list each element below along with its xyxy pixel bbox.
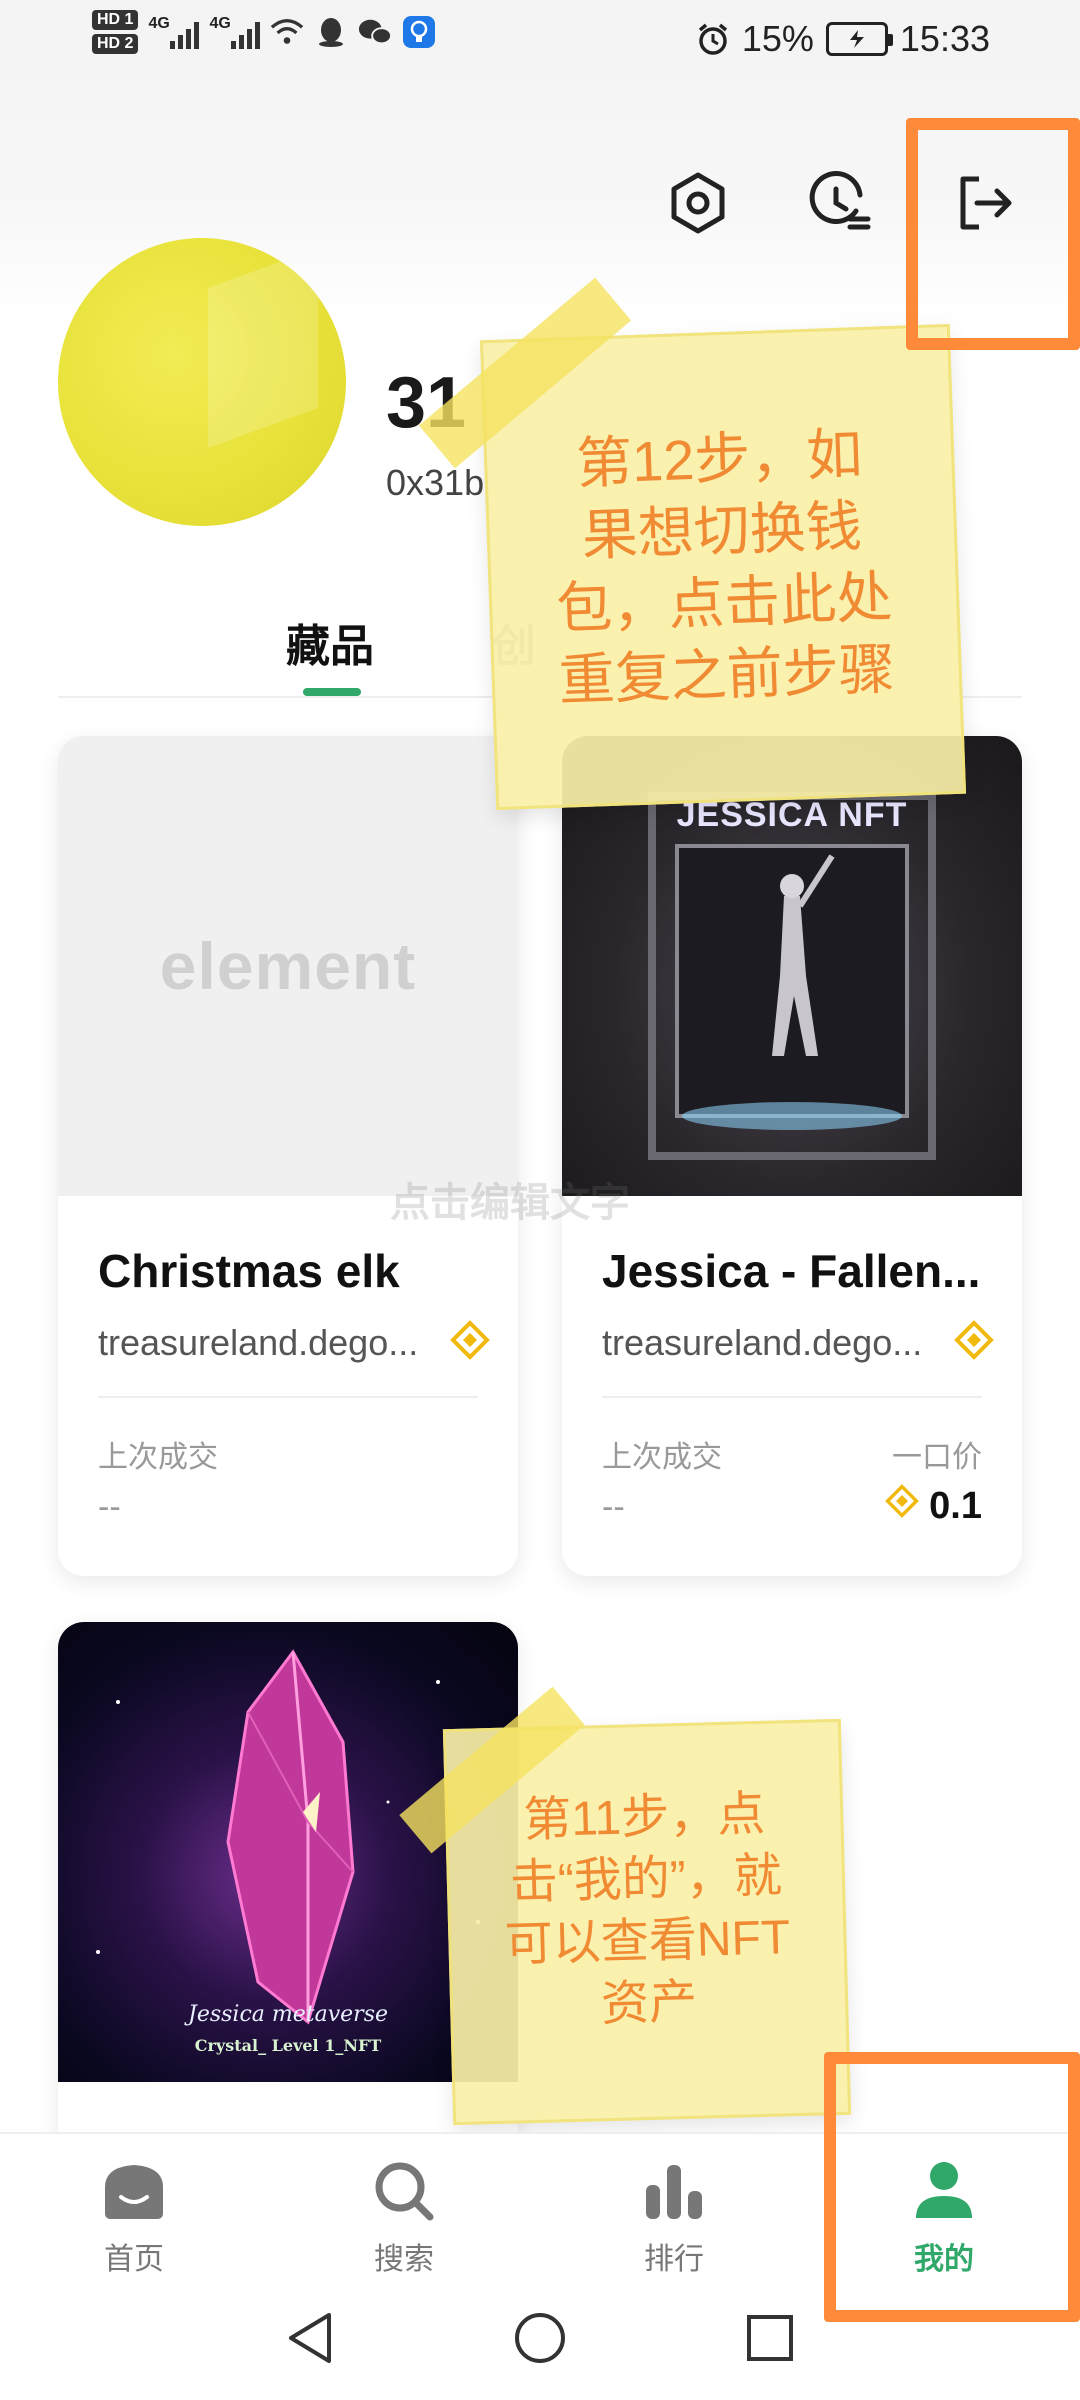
status-bar: HD 1 HD 2 4G 4G 15% 15:33 <box>0 0 1080 80</box>
qq-icon <box>314 15 348 49</box>
nft-card[interactable]: element Christmas elk treasureland.dego.… <box>58 736 518 1576</box>
wifi-icon <box>270 15 304 49</box>
divider <box>98 1396 478 1398</box>
back-icon[interactable] <box>280 2308 340 2368</box>
tutorial-note-step12: 第12步，如 果想切换钱 包，点击此处 重复之前步骤 <box>479 323 967 811</box>
note-line: 果想切换钱 <box>580 494 863 567</box>
profile-tab-highlight-box <box>824 2052 1080 2322</box>
network-type-label: 4G <box>148 15 170 32</box>
note-line: 资产 <box>600 1975 698 2032</box>
settings-hex-icon[interactable] <box>663 168 733 238</box>
note-line: 可以查看NFT <box>504 1911 791 1972</box>
ranking-icon <box>639 2156 709 2226</box>
nft-title: Christmas elk <box>98 1245 400 1297</box>
tab-indicator <box>303 688 361 696</box>
battery-percent: 15% <box>741 18 814 59</box>
bnb-chain-icon <box>954 1320 994 1360</box>
tab-collection[interactable]: 藏品 <box>286 610 374 674</box>
network-type-label: 4G <box>209 15 231 32</box>
nav-ranking[interactable]: 排行 <box>604 2156 744 2278</box>
divider <box>602 1396 982 1398</box>
avatar[interactable] <box>58 238 346 526</box>
search-icon <box>369 2156 439 2226</box>
app-screen: HD 1 HD 2 4G 4G 15% 15:33 31 0x31b 藏品 el… <box>0 0 1080 2400</box>
bnb-chain-icon <box>450 1320 490 1360</box>
edit-text-watermark: 点击编辑文字 <box>390 1181 630 1225</box>
logout-highlight-box <box>906 118 1080 350</box>
last-sale-label: 上次成交 <box>602 1441 722 1474</box>
nft-title: Jessica - Fallen... <box>602 1245 981 1297</box>
last-sale-label: 上次成交 <box>98 1441 218 1474</box>
battery-icon <box>825 22 893 56</box>
wechat-icon <box>358 15 393 49</box>
clock-time: 15:33 <box>899 18 990 59</box>
nft-card[interactable]: JESSICA NFT Jessica - Fallen... treasure… <box>562 736 1022 1576</box>
nav-search[interactable]: 搜索 <box>334 2156 474 2278</box>
nav-home[interactable]: 首页 <box>64 2156 204 2278</box>
hd2-label: HD 2 <box>92 34 139 54</box>
fixed-price-label: 一口价 <box>892 1441 982 1474</box>
note-line: 包，点击此处 <box>555 565 894 640</box>
hd1-label: HD 1 <box>92 10 139 30</box>
wallet-address[interactable]: 0x31b <box>386 462 484 504</box>
element-placeholder-logo: element <box>58 736 518 1196</box>
last-sale-value: -- <box>98 1488 121 1526</box>
nft-collection: treasureland.dego... <box>602 1322 923 1363</box>
last-sale-value: -- <box>602 1488 625 1526</box>
note-line: 重复之前步骤 <box>557 637 896 712</box>
home-circle-icon[interactable] <box>510 2308 570 2368</box>
nft-image-subcaption: Crystal_ Level 1_NFT <box>194 2036 382 2055</box>
note-line: 第11步，点 <box>522 1787 766 1848</box>
alarm-icon <box>696 22 730 56</box>
nft-image: element <box>58 736 518 1196</box>
nft-price: 0.1 <box>885 1484 982 1528</box>
recents-icon[interactable] <box>740 2308 800 2368</box>
bnb-icon <box>885 1484 920 1528</box>
price-value: 0.1 <box>929 1484 982 1527</box>
signal-icon: 4G <box>209 15 261 49</box>
nft-collection: treasureland.dego... <box>98 1322 419 1363</box>
signal-icon: 4G <box>148 15 200 49</box>
notification-app-icon <box>402 15 436 49</box>
hd-indicator: HD 1 HD 2 <box>92 10 139 54</box>
nft-image-caption: Jessica metaverse <box>188 2002 388 2027</box>
history-clock-icon[interactable] <box>804 168 874 238</box>
note-line: 击“我的”，就 <box>509 1849 783 1910</box>
home-icon <box>99 2156 169 2226</box>
note-line: 第12步，如 <box>575 422 864 496</box>
